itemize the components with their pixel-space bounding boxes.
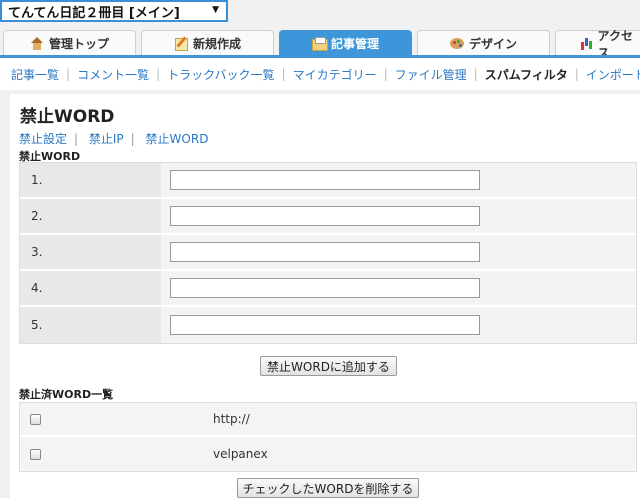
table-row: 4. [20, 271, 636, 307]
link-block-word[interactable]: 禁止WORD [146, 132, 209, 146]
tab-admin-top[interactable]: 管理トップ [3, 30, 136, 56]
sub-nav-file-management[interactable]: ファイル管理 [395, 66, 467, 83]
sub-nav-trackback-list[interactable]: トラックバック一覧 [167, 66, 274, 83]
link-separator: | [130, 132, 135, 146]
word-input-1[interactable] [170, 170, 480, 190]
word-input-5[interactable] [170, 315, 480, 335]
folder-icon [311, 37, 328, 51]
table-row: http:// [20, 403, 636, 437]
dropdown-caret-icon: ▼ [212, 5, 219, 15]
delete-checked-words-button[interactable]: チェックしたWORDを削除する [237, 478, 419, 498]
tab-label: デザイン [468, 37, 517, 51]
sub-nav-import-export[interactable]: インポート・エ [586, 66, 640, 83]
spam-filter-links: 禁止設定 | 禁止IP | 禁止WORD [19, 130, 208, 147]
page-title: 禁止WORD [20, 107, 115, 127]
word-input-4[interactable] [170, 278, 480, 298]
checkbox-cell [20, 448, 213, 460]
sub-nav-separator: | [574, 67, 579, 81]
input-cell [161, 235, 636, 269]
table-row: 3. [20, 235, 636, 271]
main-tabs: 管理トップ 新規作成 記事管理 デザイン アクセス [0, 28, 640, 60]
checkbox-cell [20, 413, 213, 425]
sub-nav-article-list[interactable]: 記事一覧 [11, 66, 59, 83]
tab-new-post[interactable]: 新規作成 [141, 30, 274, 56]
blocked-word-checkbox-2[interactable] [30, 448, 41, 460]
blog-selector-value: てんてん日記２冊目 [メイン] [8, 5, 180, 21]
link-block-ip[interactable]: 禁止IP [89, 132, 124, 146]
link-separator: | [74, 132, 79, 146]
link-block-settings[interactable]: 禁止設定 [19, 132, 67, 146]
row-number: 4. [20, 271, 161, 305]
input-cell [161, 307, 636, 343]
input-cell [161, 163, 636, 197]
table-row: velpanex [20, 437, 636, 471]
main-content: 禁止WORD 禁止設定 | 禁止IP | 禁止WORD 禁止WORD 1. 2. 3… [10, 94, 640, 498]
row-number: 2. [20, 199, 161, 233]
tab-article-management[interactable]: 記事管理 [279, 30, 412, 56]
pencil-icon [174, 37, 188, 51]
tab-design[interactable]: デザイン [417, 30, 550, 56]
tab-label: 管理トップ [48, 37, 109, 51]
table-row: 5. [20, 307, 636, 343]
word-input-2[interactable] [170, 206, 480, 226]
word-input-table: 1. 2. 3. 4. 5. [19, 162, 637, 344]
tab-label: 新規作成 [192, 37, 241, 51]
blocked-word-table: http:// velpanex [19, 402, 637, 472]
bar-chart-icon [580, 37, 593, 50]
blocked-section-label: 禁止済WORD一覧 [19, 388, 114, 401]
blog-selector[interactable]: てんてん日記２冊目 [メイン] ▼ [0, 0, 228, 22]
sub-nav-separator: | [473, 67, 478, 81]
sub-nav-my-category[interactable]: マイカテゴリー [293, 66, 377, 83]
table-row: 2. [20, 199, 636, 235]
sub-nav-separator: | [281, 67, 286, 81]
word-input-3[interactable] [170, 242, 480, 262]
row-number: 3. [20, 235, 161, 269]
input-cell [161, 271, 636, 305]
sub-nav: 記事一覧 | コメント一覧 | トラックバック一覧 | マイカテゴリー | ファイル管理… [0, 58, 640, 90]
blocked-word-checkbox-1[interactable] [30, 413, 41, 425]
palette-icon [449, 37, 464, 50]
sub-nav-spam-filter[interactable]: スパムフィルタ [485, 66, 568, 83]
sub-nav-separator: | [66, 67, 71, 81]
add-word-button[interactable]: 禁止WORDに追加する [260, 356, 397, 376]
tab-label: 記事管理 [330, 37, 379, 51]
home-icon [30, 37, 44, 50]
row-number: 1. [20, 163, 161, 197]
sub-nav-comment-list[interactable]: コメント一覧 [77, 66, 149, 83]
sub-nav-separator: | [156, 67, 161, 81]
row-number: 5. [20, 307, 161, 343]
input-cell [161, 199, 636, 233]
table-row: 1. [20, 163, 636, 199]
sub-nav-separator: | [383, 67, 388, 81]
tab-access[interactable]: アクセス [555, 29, 640, 60]
blocked-word: velpanex [213, 447, 268, 461]
blocked-word: http:// [213, 412, 250, 426]
